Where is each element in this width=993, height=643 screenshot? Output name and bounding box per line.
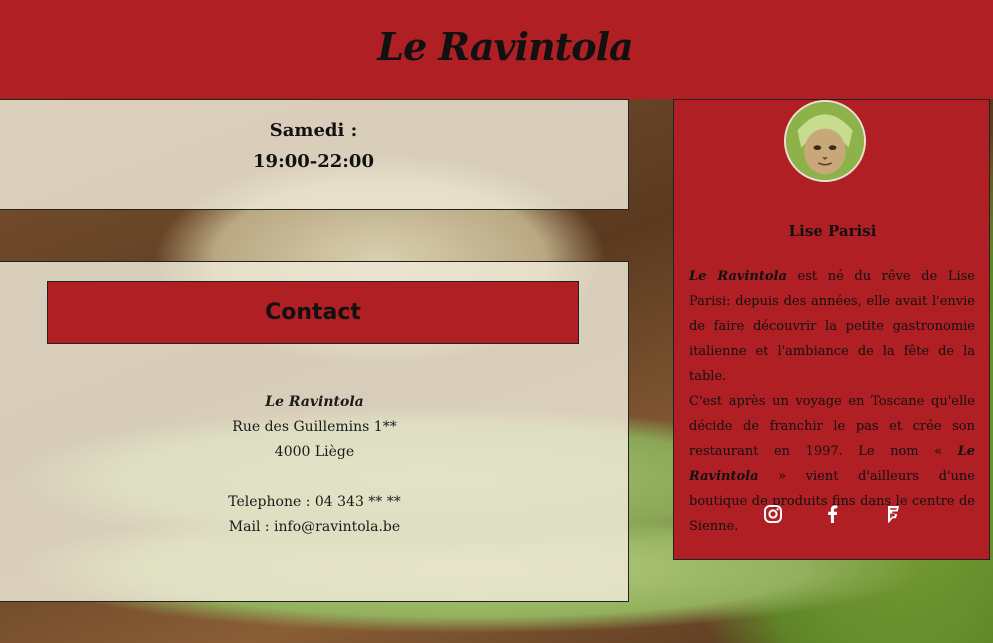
contact-heading: Contact — [47, 281, 579, 344]
social-links — [674, 504, 991, 524]
profile-card: Lise Parisi Le Ravintola est né du rêve … — [673, 99, 990, 560]
contact-name: Le Ravintola — [265, 394, 364, 410]
avatar — [784, 100, 866, 182]
cat-photo-icon — [786, 102, 864, 180]
profile-bio: Le Ravintola est né du rêve de Lise Pari… — [689, 264, 975, 539]
contact-mail[interactable]: Mail : info@ravintola.be — [0, 515, 630, 540]
contact-details: Le Ravintola Rue des Guillemins 1** 4000… — [0, 390, 630, 540]
contact-city: 4000 Liège — [274, 444, 355, 460]
bio-text: est né du rêve de Lise Parisi: depuis de… — [689, 269, 975, 384]
profile-name: Lise Parisi — [788, 222, 877, 240]
site-header: Le Ravintola — [0, 0, 993, 99]
facebook-icon[interactable] — [823, 504, 843, 524]
contact-panel: Contact Le Ravintola Rue des Guillemins … — [0, 261, 629, 602]
bio-brand: Le Ravintola — [689, 269, 787, 284]
contact-phone: Telephone : 04 343 ** ** — [228, 494, 401, 510]
instagram-icon[interactable] — [763, 504, 783, 524]
site-title: Le Ravintola — [377, 24, 633, 69]
opening-hours-panel: Samedi : 19:00-22:00 — [0, 99, 629, 210]
bio-text: C'est après un voyage en Toscane qu'elle… — [689, 394, 975, 459]
contact-street: Rue des Guillemins 1** — [232, 419, 397, 435]
foursquare-icon[interactable] — [883, 504, 903, 524]
hours-day: Samedi : — [269, 120, 358, 141]
hours-time: 19:00-22:00 — [253, 151, 374, 172]
